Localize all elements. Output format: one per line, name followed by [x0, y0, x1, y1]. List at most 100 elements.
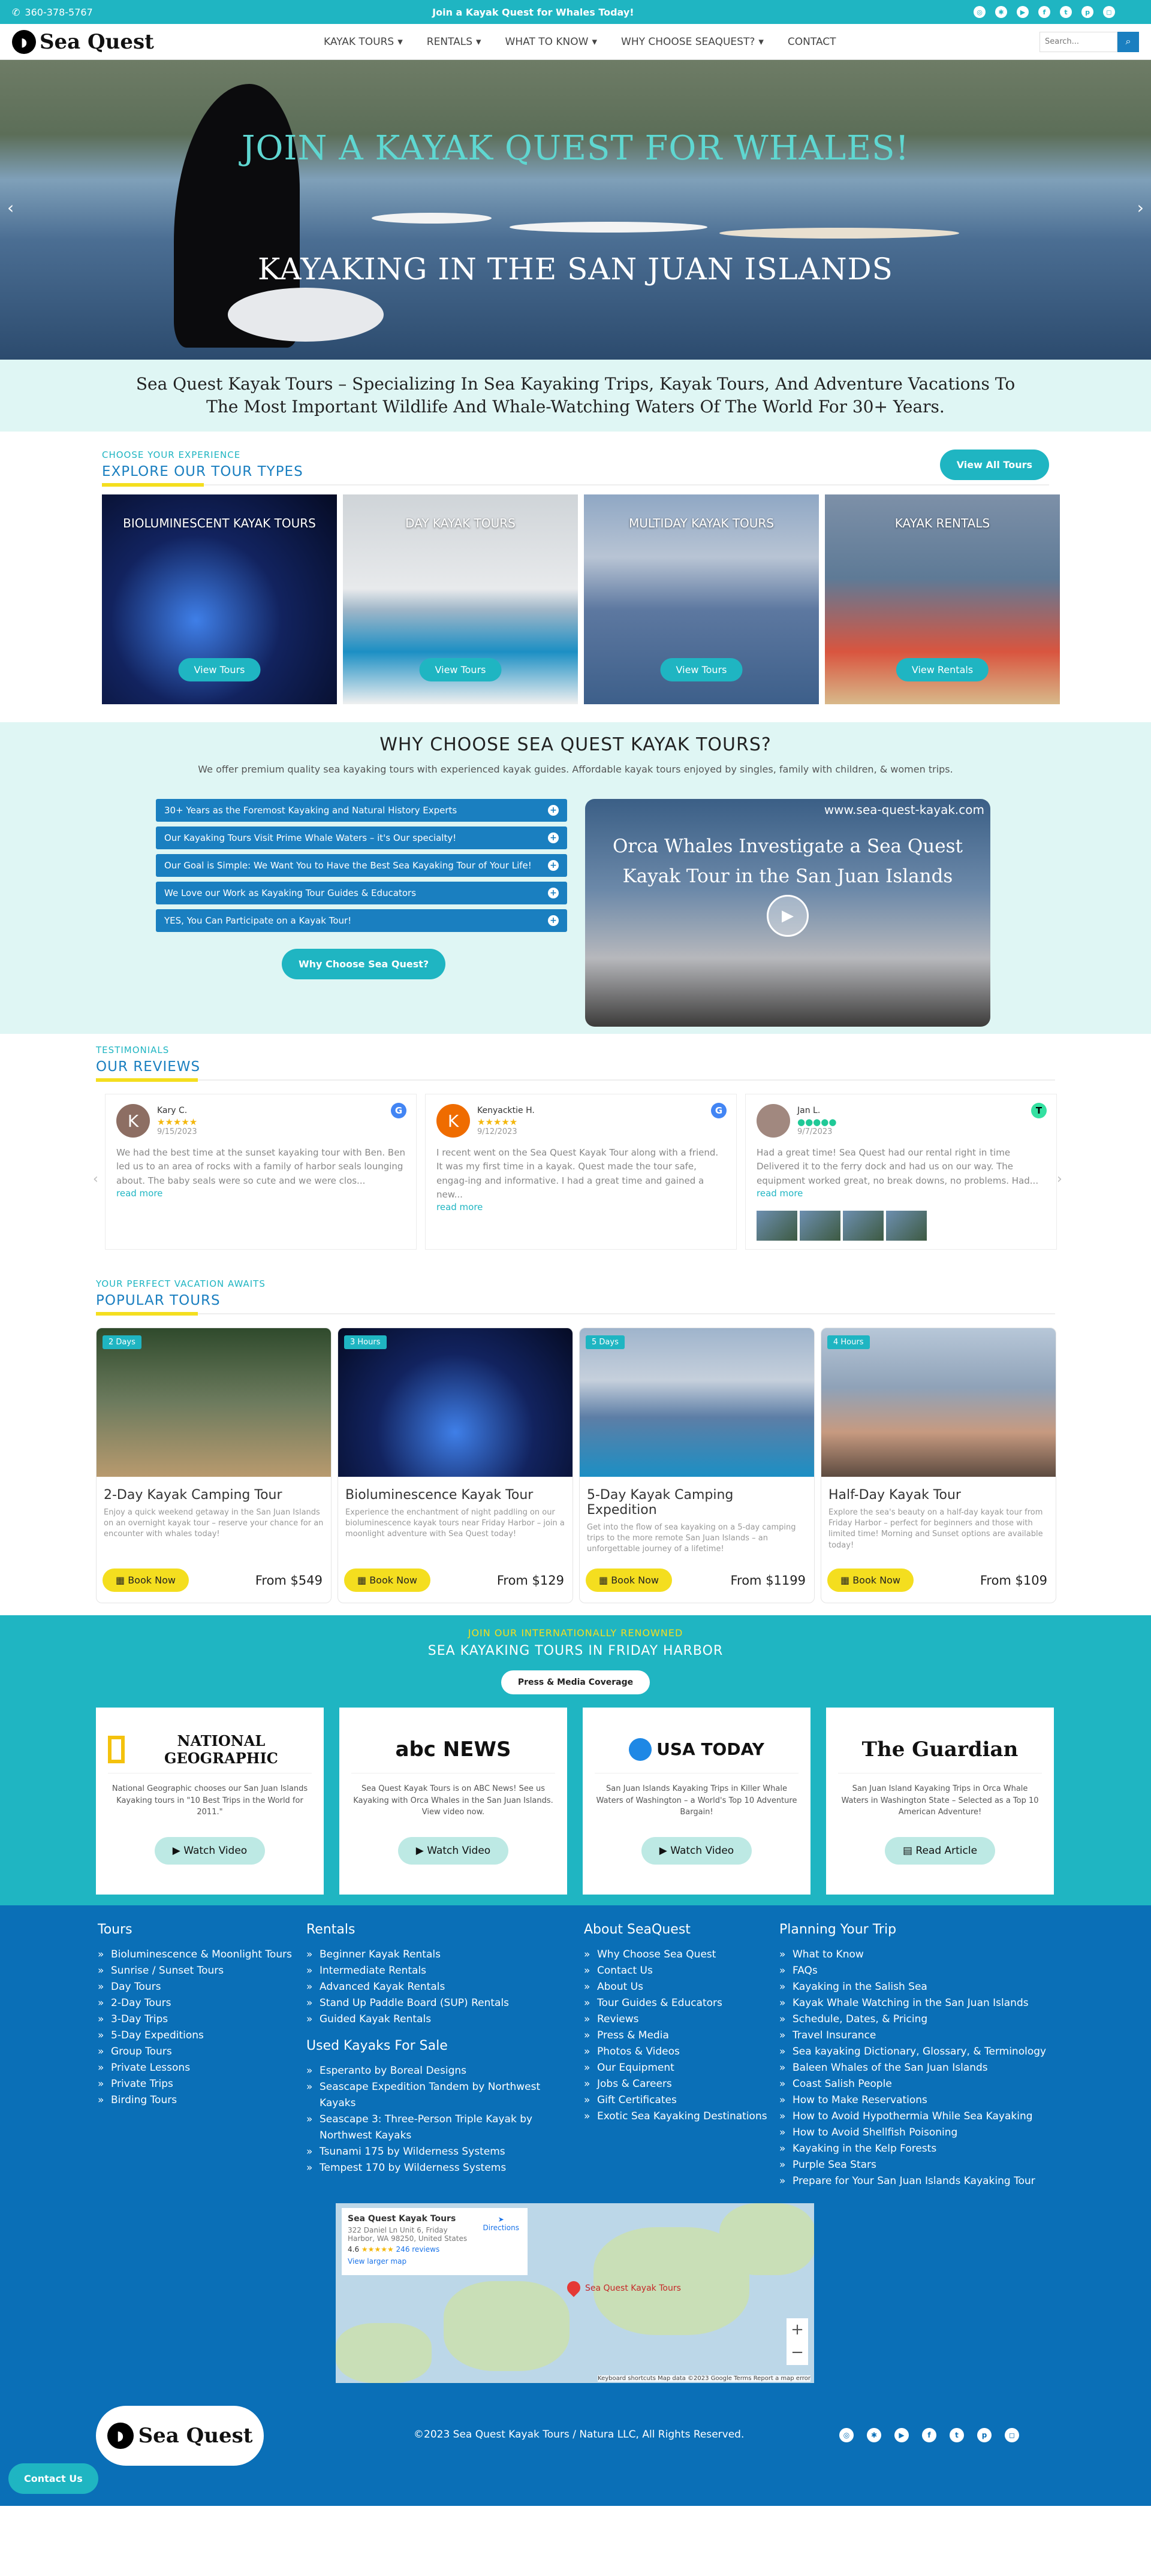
footer-link-tours[interactable]: Bioluminescence & Moonlight Tours — [98, 1947, 306, 1963]
footer-link-planning[interactable]: Baleen Whales of the San Juan Islands — [779, 2060, 1055, 2076]
tripadvisor-icon[interactable]: ◎ — [839, 2428, 854, 2442]
footer-link-about[interactable]: Jobs & Careers — [584, 2076, 779, 2092]
book-now-button[interactable]: ▦ Book Now — [827, 1568, 914, 1592]
youtube-icon[interactable]: ▶ — [1017, 6, 1029, 18]
footer-link-used-kayaks[interactable]: Seascape Expedition Tandem by Northwest … — [306, 2079, 576, 2112]
footer-link-about[interactable]: Press & Media — [584, 2028, 779, 2044]
chevron-right-icon[interactable]: › — [1057, 1172, 1062, 1187]
play-icon[interactable]: ▶ — [767, 895, 809, 937]
book-now-button[interactable]: ▦ Book Now — [344, 1568, 430, 1592]
footer-link-planning[interactable]: Kayaking in the Salish Sea — [779, 1979, 1055, 1995]
read-article-button[interactable]: ▤ Read Article — [884, 1837, 996, 1865]
zoom-out-icon[interactable]: − — [787, 2341, 808, 2364]
watch-video-button[interactable]: ▶ Watch Video — [641, 1837, 752, 1865]
search-input[interactable] — [1039, 31, 1117, 52]
press-media-button[interactable]: Press & Media Coverage — [501, 1670, 650, 1694]
footer-link-tours[interactable]: 5-Day Expeditions — [98, 2028, 306, 2044]
tour-card-multiday[interactable]: MULTIDAY KAYAK TOURS View Tours — [584, 494, 819, 704]
facebook-icon[interactable]: f — [1038, 6, 1050, 18]
footer-link-about[interactable]: Photos & Videos — [584, 2044, 779, 2060]
zoom-in-icon[interactable]: + — [787, 2318, 808, 2341]
chevron-right-icon[interactable]: › — [1137, 198, 1144, 218]
twitter-icon[interactable]: t — [950, 2428, 964, 2442]
nav-item-why-choose[interactable]: WHY CHOOSE SEAQUEST? ▾ — [621, 36, 764, 48]
footer-link-about[interactable]: Tour Guides & Educators — [584, 1995, 779, 2011]
book-now-button[interactable]: ▦ Book Now — [103, 1568, 189, 1592]
tour-card[interactable]: 3 Hours Bioluminescence Kayak Tour Exper… — [338, 1328, 573, 1603]
watch-video-button[interactable]: ▶ Watch Video — [397, 1837, 509, 1865]
footer-link-planning[interactable]: Coast Salish People — [779, 2076, 1055, 2092]
footer-link-about[interactable]: Gift Certificates — [584, 2092, 779, 2109]
footer-link-planning[interactable]: How to Make Reservations — [779, 2092, 1055, 2109]
footer-link-tours[interactable]: Day Tours — [98, 1979, 306, 1995]
instagram-icon[interactable]: ◻ — [1103, 6, 1115, 18]
footer-link-planning[interactable]: Purple Sea Stars — [779, 2157, 1055, 2173]
nav-item-kayak-tours[interactable]: KAYAK TOURS ▾ — [324, 36, 403, 48]
footer-link-rentals[interactable]: Advanced Kayak Rentals — [306, 1979, 584, 1995]
footer-link-about[interactable]: Exotic Sea Kayaking Destinations — [584, 2109, 779, 2125]
footer-link-used-kayaks[interactable]: Tsunami 175 by Wilderness Systems — [306, 2144, 576, 2160]
footer-link-planning[interactable]: Sea kayaking Dictionary, Glossary, & Ter… — [779, 2044, 1055, 2060]
youtube-icon[interactable]: ▶ — [894, 2428, 909, 2442]
footer-link-used-kayaks[interactable]: Seascape 3: Three-Person Triple Kayak by… — [306, 2112, 576, 2144]
phone-link[interactable]: ✆ 360-378-5767 — [12, 7, 93, 18]
footer-link-rentals[interactable]: Guided Kayak Rentals — [306, 2011, 584, 2028]
map-pin-icon[interactable] — [564, 2278, 583, 2297]
tour-card-day[interactable]: DAY KAYAK TOURS View Tours — [343, 494, 578, 704]
why-choose-button[interactable]: Why Choose Sea Quest? — [282, 949, 446, 979]
footer-link-tours[interactable]: Group Tours — [98, 2044, 306, 2060]
review-photo[interactable] — [800, 1210, 840, 1241]
nav-item-rentals[interactable]: RENTALS ▾ — [427, 36, 481, 48]
twitter-icon[interactable]: t — [1060, 6, 1072, 18]
footer-link-tours[interactable]: Private Trips — [98, 2076, 306, 2092]
pinterest-icon[interactable]: p — [1081, 6, 1093, 18]
view-all-tours-button[interactable]: View All Tours — [939, 450, 1049, 480]
footer-link-rentals[interactable]: Intermediate Rentals — [306, 1963, 584, 1979]
promo-banner[interactable]: Join a Kayak Quest for Whales Today! — [432, 7, 634, 18]
tripadvisor-icon[interactable]: ◎ — [974, 6, 986, 18]
footer-link-rentals[interactable]: Stand Up Paddle Board (SUP) Rentals — [306, 1995, 584, 2011]
footer-link-planning[interactable]: Schedule, Dates, & Pricing — [779, 2011, 1055, 2028]
footer-link-used-kayaks[interactable]: Tempest 170 by Wilderness Systems — [306, 2160, 576, 2176]
tour-title[interactable]: Bioluminescence Kayak Tour — [338, 1477, 573, 1507]
tour-card-bioluminescent[interactable]: BIOLUMINESCENT KAYAK TOURS View Tours — [102, 494, 337, 704]
footer-link-rentals[interactable]: Beginner Kayak Rentals — [306, 1947, 584, 1963]
tour-card[interactable]: 2 Days 2-Day Kayak Camping Tour Enjoy a … — [96, 1328, 332, 1603]
footer-link-about[interactable]: Our Equipment — [584, 2060, 779, 2076]
directions-link[interactable]: ➤ Directions — [483, 2215, 519, 2232]
footer-link-planning[interactable]: Kayak Whale Watching in the San Juan Isl… — [779, 1995, 1055, 2011]
video-player[interactable]: www.sea-quest-kayak.com Orca Whales Inve… — [585, 799, 990, 1027]
tour-title[interactable]: 5-Day Kayak Camping Expedition — [580, 1477, 814, 1522]
search-button[interactable]: ⌕ — [1117, 31, 1139, 52]
read-more-link[interactable]: read more — [116, 1188, 162, 1199]
footer-link-about[interactable]: Why Choose Sea Quest — [584, 1947, 779, 1963]
read-more-link[interactable]: read more — [757, 1188, 803, 1199]
accordion-item[interactable]: Our Kayaking Tours Visit Prime Whale Wat… — [156, 827, 567, 849]
footer-link-tours[interactable]: 2-Day Tours — [98, 1995, 306, 2011]
footer-link-tours[interactable]: 3-Day Trips — [98, 2011, 306, 2028]
facebook-icon[interactable]: f — [922, 2428, 936, 2442]
tour-card[interactable]: 5 Days 5-Day Kayak Camping Expedition Ge… — [579, 1328, 815, 1603]
footer-link-used-kayaks[interactable]: Esperanto by Boreal Designs — [306, 2063, 576, 2079]
read-more-link[interactable]: read more — [436, 1202, 483, 1212]
book-now-button[interactable]: ▦ Book Now — [586, 1568, 672, 1592]
tour-title[interactable]: Half-Day Kayak Tour — [821, 1477, 1056, 1507]
footer-link-tours[interactable]: Sunrise / Sunset Tours — [98, 1963, 306, 1979]
tour-title[interactable]: 2-Day Kayak Camping Tour — [97, 1477, 331, 1507]
footer-link-planning[interactable]: What to Know — [779, 1947, 1055, 1963]
watch-video-button[interactable]: ▶ Watch Video — [154, 1837, 266, 1865]
view-tours-button[interactable]: View Tours — [660, 658, 743, 681]
nav-item-contact[interactable]: CONTACT — [788, 36, 836, 48]
footer-link-about[interactable]: Reviews — [584, 2011, 779, 2028]
footer-link-tours[interactable]: Birding Tours — [98, 2092, 306, 2109]
pinterest-icon[interactable]: p — [977, 2428, 992, 2442]
map-zoom-control[interactable]: + − — [787, 2318, 808, 2365]
accordion-item[interactable]: 30+ Years as the Foremost Kayaking and N… — [156, 799, 567, 822]
review-photo[interactable] — [757, 1210, 797, 1241]
view-larger-map-link[interactable]: View larger map — [348, 2257, 522, 2266]
tour-card-rentals[interactable]: KAYAK RENTALS View Rentals — [825, 494, 1060, 704]
footer-link-planning[interactable]: Kayaking in the Kelp Forests — [779, 2141, 1055, 2157]
accordion-item[interactable]: We Love our Work as Kayaking Tour Guides… — [156, 882, 567, 904]
footer-link-about[interactable]: Contact Us — [584, 1963, 779, 1979]
footer-logo[interactable]: ◗ Sea Quest — [96, 2406, 264, 2466]
